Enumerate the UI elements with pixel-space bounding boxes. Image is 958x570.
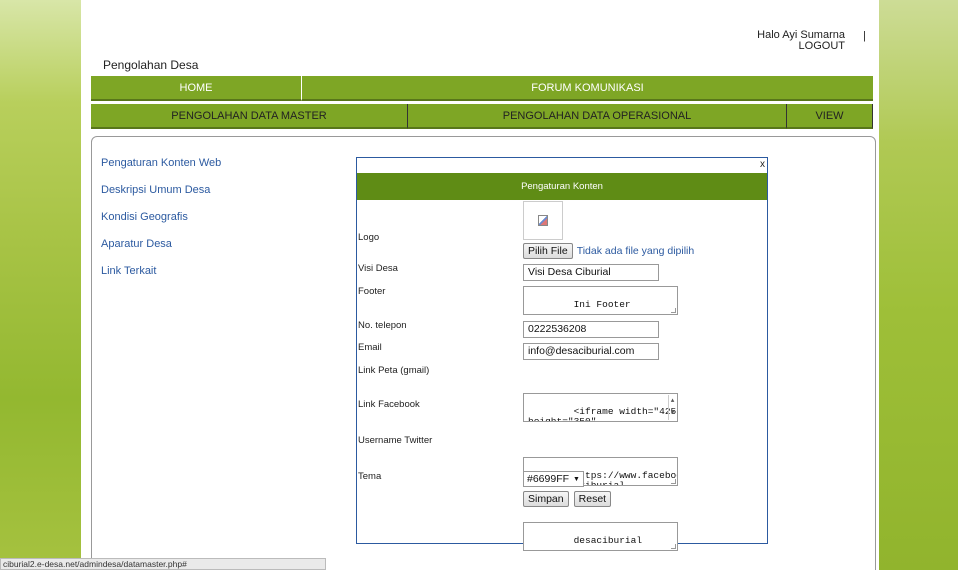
chevron-down-icon: ▼	[573, 475, 580, 483]
resize-grip-icon[interactable]	[671, 479, 676, 484]
broken-image-icon	[538, 215, 548, 226]
form-actions: Simpan Reset	[523, 491, 612, 507]
tema-label: Tema	[358, 471, 382, 482]
page-container: Halo Ayi Sumarna LOGOUT | Pengolahan Des…	[81, 0, 879, 570]
sidebar-item-link-terkait[interactable]: Link Terkait	[101, 265, 221, 292]
user-greeting: Halo Ayi Sumarna LOGOUT	[705, 30, 845, 52]
close-icon[interactable]: x	[760, 159, 765, 170]
tema-select-wrap: #6699FF ▼	[523, 471, 584, 487]
logo-label: Logo	[358, 232, 380, 243]
telepon-label: No. telepon	[358, 320, 407, 331]
visi-label: Visi Desa	[358, 263, 398, 274]
resize-grip-icon[interactable]	[671, 308, 676, 313]
logout-link[interactable]: LOGOUT	[705, 41, 845, 52]
logo-file-picker: Pilih File Tidak ada file yang dipilih	[523, 243, 694, 259]
visi-input[interactable]: Visi Desa Ciburial	[523, 264, 659, 281]
reset-button[interactable]: Reset	[573, 491, 612, 507]
choose-file-button[interactable]: Pilih File	[523, 243, 573, 259]
logo-preview	[523, 201, 563, 240]
peta-text: <iframe width="425" height="350"	[528, 406, 678, 422]
main-nav-row-2: PENGOLAHAN DATA MASTER PENGOLAHAN DATA O…	[91, 104, 873, 129]
resize-grip-icon[interactable]	[671, 544, 676, 549]
nav-home[interactable]: HOME	[91, 76, 302, 101]
sidebar-menu: Pengaturan Konten Web Deskripsi Umum Des…	[101, 157, 221, 292]
peta-textarea[interactable]: <iframe width="425" height="350" ▲ ▼	[523, 393, 678, 422]
footer-text: Ini Footer	[573, 299, 631, 310]
sidebar-item-pengaturan-konten-web[interactable]: Pengaturan Konten Web	[101, 157, 221, 184]
file-status: Tidak ada file yang dipilih	[576, 245, 695, 257]
twitter-text: desaciburial	[573, 535, 643, 546]
scrollbar-arrows-icon[interactable]: ▲ ▼	[668, 395, 676, 420]
twitter-label: Username Twitter	[358, 435, 433, 446]
sidebar-item-kondisi-geografis[interactable]: Kondisi Geografis	[101, 211, 221, 238]
twitter-textarea[interactable]: desaciburial	[523, 522, 678, 551]
telepon-input[interactable]: 0222536208	[523, 321, 659, 338]
browser-status-bar: ciburial2.e-desa.net/admindesa/datamaste…	[0, 558, 326, 570]
nav-data-operasional[interactable]: PENGOLAHAN DATA OPERASIONAL	[408, 104, 787, 129]
tema-select[interactable]: #6699FF ▼	[523, 471, 584, 487]
background-grass-right	[879, 0, 958, 570]
sidebar-item-deskripsi-umum-desa[interactable]: Deskripsi Umum Desa	[101, 184, 221, 211]
pengaturan-konten-dialog: x Pengaturan Konten Logo Pilih File Tida…	[356, 157, 768, 551]
content-panel: Pengaturan Konten Web Deskripsi Umum Des…	[91, 136, 876, 570]
sidebar-item-aparatur-desa[interactable]: Aparatur Desa	[101, 238, 221, 265]
header-separator: |	[863, 30, 866, 42]
background-grass-left	[0, 0, 81, 570]
footer-label: Footer	[358, 286, 386, 297]
nav-forum-komunikasi[interactable]: FORUM KOMUNIKASI	[302, 76, 873, 101]
peta-label: Link Peta (gmail)	[358, 365, 430, 376]
main-nav-row-1: HOME FORUM KOMUNIKASI	[91, 76, 873, 101]
dialog-title: Pengaturan Konten	[357, 173, 767, 200]
facebook-label: Link Facebook	[358, 399, 420, 410]
tema-select-value: #6699FF	[527, 473, 570, 485]
email-label: Email	[358, 342, 382, 353]
nav-view[interactable]: VIEW	[787, 104, 873, 129]
save-button[interactable]: Simpan	[523, 491, 569, 507]
footer-textarea[interactable]: Ini Footer	[523, 286, 678, 315]
nav-data-master[interactable]: PENGOLAHAN DATA MASTER	[91, 104, 408, 129]
email-input[interactable]: info@desaciburial.com	[523, 343, 659, 360]
logo-image	[523, 201, 563, 240]
site-title: Pengolahan Desa	[103, 58, 199, 72]
